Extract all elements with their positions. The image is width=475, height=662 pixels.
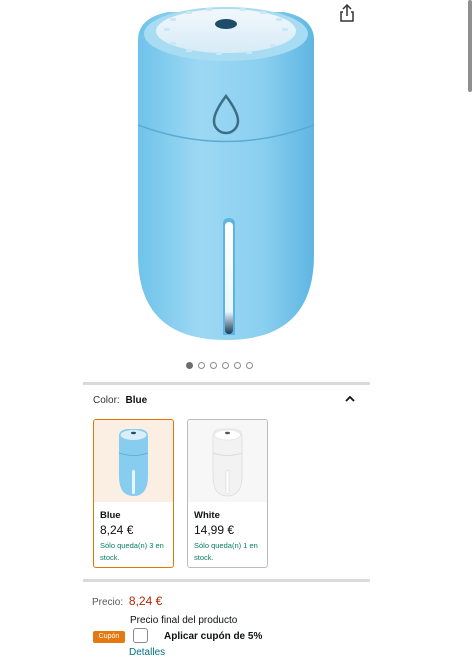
scrollbar[interactable] [468, 0, 472, 92]
swatch-thumbnail-white [188, 420, 267, 502]
carousel-dot-5[interactable] [234, 361, 241, 369]
carousel-dot-3[interactable] [210, 361, 217, 369]
section-divider [83, 579, 370, 582]
apply-coupon-checkbox[interactable] [133, 628, 148, 643]
carousel-dot-6[interactable] [246, 361, 253, 369]
coupon-badge: Cupón [93, 631, 125, 643]
swatch-price: 14,99 € [194, 523, 235, 537]
swatch-name: Blue [100, 510, 121, 521]
collapse-variations-button[interactable] [343, 392, 357, 404]
carousel-dot-2[interactable] [198, 361, 205, 369]
product-image[interactable] [128, 0, 324, 345]
swatch-thumbnail-blue [94, 420, 173, 502]
price-label: Precio: [92, 597, 124, 608]
carousel-dot-4[interactable] [222, 361, 229, 369]
swatch-stock-status: Sólo queda(n) 1 en stock. [194, 541, 258, 562]
swatch-name: White [194, 510, 220, 521]
price-value: 8,24 € [128, 594, 163, 608]
swatch-blue[interactable]: Blue 8,24 € Sólo queda(n) 3 en stock. [93, 419, 174, 568]
swatch-stock-status: Sólo queda(n) 3 en stock. [100, 541, 164, 562]
image-carousel-dots [186, 360, 253, 370]
selected-color-value: Blue [125, 395, 148, 406]
share-icon [340, 3, 354, 22]
final-price-note: Precio final del producto [130, 615, 238, 626]
swatch-price: 8,24 € [100, 523, 134, 537]
apply-coupon-label[interactable]: Aplicar cupón de 5% [164, 631, 262, 642]
section-divider [83, 382, 370, 385]
swatch-white[interactable]: White 14,99 € Sólo queda(n) 1 en stock. [187, 419, 268, 568]
color-label: Color: [93, 395, 120, 406]
price-row: Precio: 8,24 € [92, 594, 162, 608]
share-button[interactable] [336, 2, 358, 24]
variation-header: Color: Blue [93, 395, 147, 406]
carousel-dot-1[interactable] [186, 361, 193, 369]
coupon-details-link[interactable]: Detalles [129, 647, 165, 658]
chevron-up-icon [345, 395, 355, 402]
